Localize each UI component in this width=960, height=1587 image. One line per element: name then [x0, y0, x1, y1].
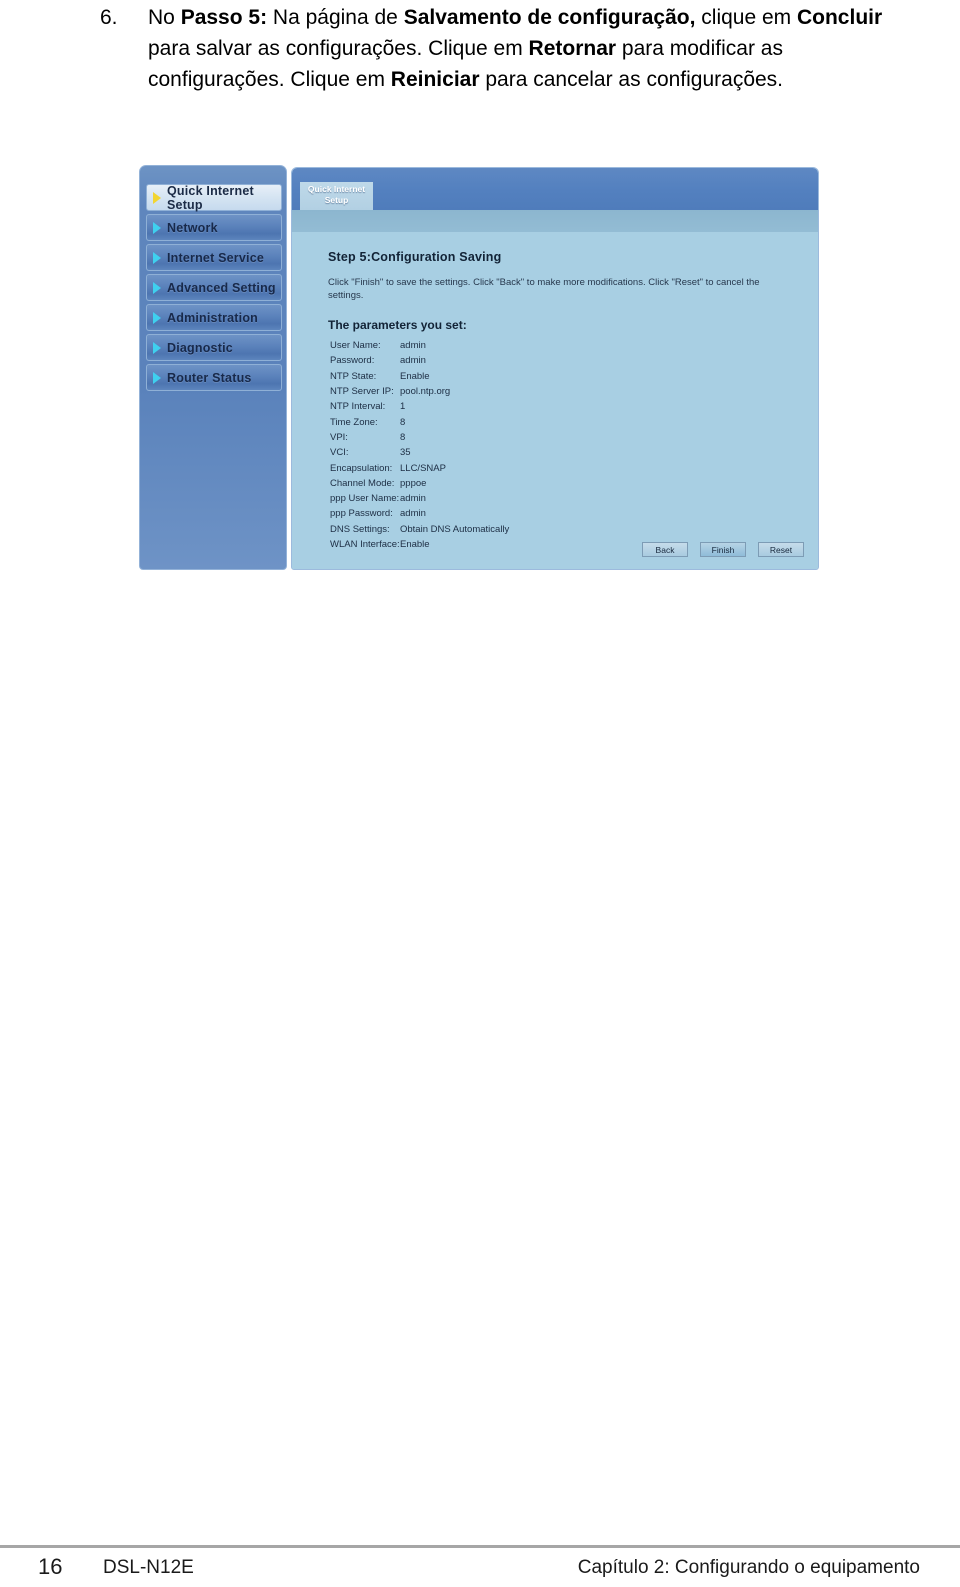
panel-button-row: Back Finish Reset	[642, 542, 804, 557]
triangle-arrow-icon	[153, 341, 161, 354]
parameter-row: Password: admin	[330, 353, 760, 368]
footer-divider	[0, 1545, 960, 1548]
triangle-arrow-icon	[153, 221, 161, 234]
triangle-arrow-icon	[153, 311, 161, 324]
parameter-value: pppoe	[400, 477, 427, 489]
instruction-segment-0: No	[148, 6, 181, 29]
parameters-heading: The parameters you set:	[328, 318, 467, 332]
parameter-value: admin	[400, 493, 426, 505]
triangle-arrow-icon	[153, 191, 161, 204]
parameter-label: NTP Server IP:	[330, 386, 394, 398]
router-content-panel: Quick Internet Setup Step 5:Configuratio…	[291, 167, 819, 570]
instruction-segment-3: Salvamento de configuração,	[403, 6, 696, 29]
instruction-segment-7: Retornar	[528, 37, 617, 60]
back-button[interactable]: Back	[642, 542, 688, 557]
finish-button[interactable]: Finish	[700, 542, 746, 557]
sidebar-item-router-status[interactable]: Router Status	[146, 364, 282, 391]
sidebar-item-label: Network	[167, 220, 218, 235]
parameter-value: admin	[400, 340, 426, 352]
step-title: Step 5:Configuration Saving	[328, 250, 502, 264]
parameter-row: NTP Server IP: pool.ntp.org	[330, 384, 760, 399]
parameter-value: LLC/SNAP	[400, 462, 446, 474]
parameter-row: DNS Settings: Obtain DNS Automatically	[330, 522, 760, 537]
sidebar-item-network[interactable]: Network	[146, 214, 282, 241]
parameter-label: VPI:	[330, 431, 348, 443]
sidebar-item-label: Internet Service	[167, 250, 264, 265]
parameter-value: admin	[400, 355, 426, 367]
parameter-label: ppp Password:	[330, 508, 393, 520]
parameter-label: VCI:	[330, 447, 349, 459]
instruction-row: 6. No Passo 5: Na página de Salvamento d…	[100, 2, 890, 95]
footer-model-name: DSL-N12E	[103, 1557, 194, 1578]
parameter-label: NTP Interval:	[330, 401, 386, 413]
parameter-label: NTP State:	[330, 370, 377, 382]
parameter-label: ppp User Name:	[330, 493, 400, 505]
tab-label-line2: Setup	[324, 195, 349, 205]
parameter-label: DNS Settings:	[330, 523, 390, 535]
parameter-value: Obtain DNS Automatically	[400, 523, 510, 535]
parameter-row: NTP Interval: 1	[330, 399, 760, 414]
sidebar-item-diagnostic[interactable]: Diagnostic	[146, 334, 282, 361]
parameter-row: VPI: 8	[330, 430, 760, 445]
footer-chapter-name: Capítulo 2: Configurando o equipamento	[577, 1557, 920, 1578]
instruction-segment-2: Na página de	[267, 6, 404, 29]
parameter-row: ppp Password: admin	[330, 506, 760, 521]
instruction-segment-4: clique em	[695, 6, 797, 29]
parameter-label: User Name:	[330, 340, 381, 352]
sidebar-item-label: Administration	[167, 310, 258, 325]
parameters-list: User Name: admin Password: admin NTP State: E…	[330, 338, 760, 552]
instruction-segment-6: para salvar as configurações. Clique em	[148, 37, 529, 60]
tab-label-line1: Quick Internet	[307, 184, 366, 194]
tab-quick-internet-setup[interactable]: Quick Internet Setup	[300, 182, 373, 210]
parameter-row: Channel Mode: pppoe	[330, 476, 760, 491]
parameter-value: admin	[400, 508, 426, 520]
instruction-segment-10: para cancelar as configurações.	[479, 68, 784, 91]
parameter-value: pool.ntp.org	[400, 386, 451, 398]
parameter-row: Time Zone: 8	[330, 414, 760, 429]
instruction-number: 6.	[100, 6, 118, 29]
instruction-segment-1: Passo 5:	[180, 6, 268, 29]
parameter-label: WLAN Interface:	[330, 539, 400, 550]
parameter-label: Time Zone:	[330, 416, 378, 428]
step-description: Click "Finish" to save the settings. Cli…	[328, 277, 760, 301]
parameter-label: Channel Mode:	[330, 477, 395, 489]
panel-body: Step 5:Configuration Saving Click "Finis…	[292, 232, 818, 569]
sidebar-item-administration[interactable]: Administration	[146, 304, 282, 331]
parameter-value: 1	[400, 401, 406, 413]
parameter-row: VCI: 35	[330, 445, 760, 460]
parameter-label: Password:	[330, 355, 375, 367]
panel-subbar	[292, 210, 818, 232]
sidebar-item-label: Diagnostic	[167, 340, 233, 355]
sidebar-item-label: Advanced Setting	[167, 280, 276, 295]
reset-button[interactable]: Reset	[758, 542, 804, 557]
panel-topbar: Quick Internet Setup	[292, 168, 818, 210]
parameter-row: Encapsulation: LLC/SNAP	[330, 460, 760, 475]
parameter-row: ppp User Name: admin	[330, 491, 760, 506]
instruction-segment-5: Concluir	[796, 6, 883, 29]
router-admin-screenshot: Quick Internet Setup Network Internet Serv…	[139, 165, 819, 574]
sidebar-item-advanced-setting[interactable]: Advanced Setting	[146, 274, 282, 301]
instruction-block: 6. No Passo 5: Na página de Salvamento d…	[100, 2, 890, 95]
instruction-text: No Passo 5: Na página de Salvamento de c…	[148, 2, 890, 95]
triangle-arrow-icon	[153, 251, 161, 264]
parameter-row: NTP State: Enable	[330, 369, 760, 384]
footer-page-number: 16	[38, 1554, 63, 1579]
triangle-arrow-icon	[153, 281, 161, 294]
instruction-segment-9: Reiniciar	[390, 68, 480, 91]
parameter-value: 35	[400, 447, 411, 459]
router-sidebar: Quick Internet Setup Network Internet Serv…	[139, 165, 287, 570]
sidebar-item-quick-internet-setup[interactable]: Quick Internet Setup	[146, 183, 282, 212]
parameter-value: Enable	[400, 370, 430, 382]
parameter-label: Encapsulation:	[330, 462, 393, 474]
parameter-value: 8	[400, 431, 406, 443]
sidebar-item-label: Router Status	[167, 370, 252, 385]
triangle-arrow-icon	[153, 371, 161, 384]
page-footer: 16 DSL-N12E Capítulo 2: Configurando o e…	[0, 1552, 960, 1587]
parameter-row: User Name: admin	[330, 338, 760, 353]
parameter-value: 8	[400, 416, 406, 428]
sidebar-item-internet-service[interactable]: Internet Service	[146, 244, 282, 271]
sidebar-item-label: Quick Internet Setup	[167, 183, 254, 212]
